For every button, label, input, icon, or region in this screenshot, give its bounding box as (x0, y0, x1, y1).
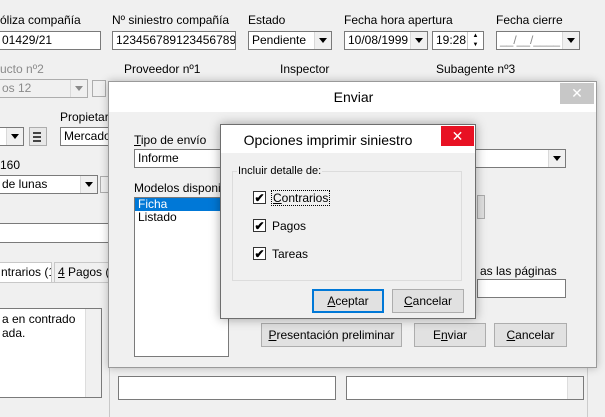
chevron-down-icon (6, 128, 23, 145)
wide-field[interactable] (0, 223, 110, 243)
propietario-field[interactable]: Mercado (60, 127, 110, 146)
cancelar-button[interactable]: Cancelar (494, 323, 567, 347)
incluir-detalle-group (232, 171, 462, 281)
fecha-apertura-date[interactable]: 10/08/1999 (344, 31, 428, 50)
paginas-field[interactable] (477, 279, 566, 298)
incluir-detalle-label: Incluir detalle de: (237, 165, 323, 177)
chevron-down-icon (80, 176, 97, 193)
checkbox-contrarios-label[interactable]: Contrarios (271, 190, 331, 206)
opciones-titlebar[interactable]: Opciones imprimir siniestro ✕ (221, 125, 475, 153)
checkbox-pagos-label[interactable]: Pagos (272, 219, 306, 233)
modelos-list[interactable]: Ficha Listado (134, 197, 229, 357)
checkbox-contrarios[interactable]: ✔ (253, 191, 266, 204)
close-icon[interactable]: ✕ (560, 83, 594, 104)
lunas-select[interactable]: de lunas (0, 175, 98, 194)
producto-label: ucto nº2 (0, 62, 44, 76)
left-select[interactable] (0, 127, 24, 146)
siniestro-field[interactable]: 123456789123456789 (112, 31, 236, 50)
memo-field[interactable]: a en contrado ada. (0, 308, 102, 398)
chevron-down-icon (70, 80, 87, 97)
proveedor-label: Proveedor nº1 (124, 62, 201, 76)
list-icon[interactable] (92, 80, 106, 97)
chevron-down-icon (314, 32, 331, 49)
lower-field-1[interactable] (118, 376, 336, 400)
num-label: 160 (0, 158, 21, 172)
scrollbar[interactable] (567, 377, 583, 399)
lower-field-2[interactable] (346, 376, 584, 400)
checkbox-tareas[interactable]: ✔ (253, 247, 266, 260)
tab-pagos[interactable]: 4 Pagos (1 (54, 262, 110, 282)
close-icon[interactable]: ✕ (441, 126, 474, 146)
producto-select[interactable]: os 12 (0, 79, 88, 98)
fecha-cierre-label: Fecha cierre (496, 13, 563, 27)
aceptar-button[interactable]: Aceptar (312, 289, 384, 313)
modelo-option-box[interactable] (477, 195, 485, 219)
cancelar-button[interactable]: Cancelar (392, 289, 464, 313)
todas-paginas-label: as las páginas (480, 264, 557, 278)
enviar-title: Enviar (333, 89, 374, 105)
chevron-down-icon (548, 150, 565, 167)
enviar-titlebar[interactable]: Enviar ✕ (109, 82, 596, 112)
checkbox-tareas-label[interactable]: Tareas (272, 247, 308, 261)
siniestro-label: Nº siniestro compañía (112, 13, 230, 27)
poliza-label: óliza compañía (0, 13, 81, 27)
checkbox-pagos[interactable]: ✔ (253, 219, 266, 232)
fecha-apertura-label: Fecha hora apertura (344, 13, 453, 27)
subagente-label: Subagente nº3 (436, 62, 516, 76)
scrollbar[interactable] (85, 309, 101, 397)
chevron-down-icon (410, 32, 427, 49)
spinner-icon[interactable]: ▲ ▼ (467, 32, 483, 49)
list-item-listado[interactable]: Listado (135, 211, 228, 224)
opciones-title: Opciones imprimir siniestro (243, 132, 413, 148)
opciones-dialog: Opciones imprimir siniestro ✕ Incluir de… (220, 124, 476, 319)
fecha-cierre-field[interactable]: __/__/____ (496, 31, 580, 50)
chevron-down-icon (562, 32, 579, 49)
inspector-label: Inspector (280, 62, 330, 76)
list-icon[interactable] (29, 127, 47, 146)
estado-label: Estado (248, 13, 286, 27)
fecha-apertura-time[interactable]: 19:28 ▲ ▼ (432, 31, 484, 50)
enviar-button[interactable]: Enviar (414, 323, 486, 347)
poliza-field[interactable]: 01429/21 (0, 31, 101, 50)
tipo-envio-label: Tipo de envío (134, 133, 207, 147)
tab-contrarios[interactable]: ntrarios (1) (0, 262, 52, 282)
presentacion-preliminar-button[interactable]: Presentación preliminar (261, 323, 402, 347)
estado-select[interactable]: Pendiente (248, 31, 332, 50)
